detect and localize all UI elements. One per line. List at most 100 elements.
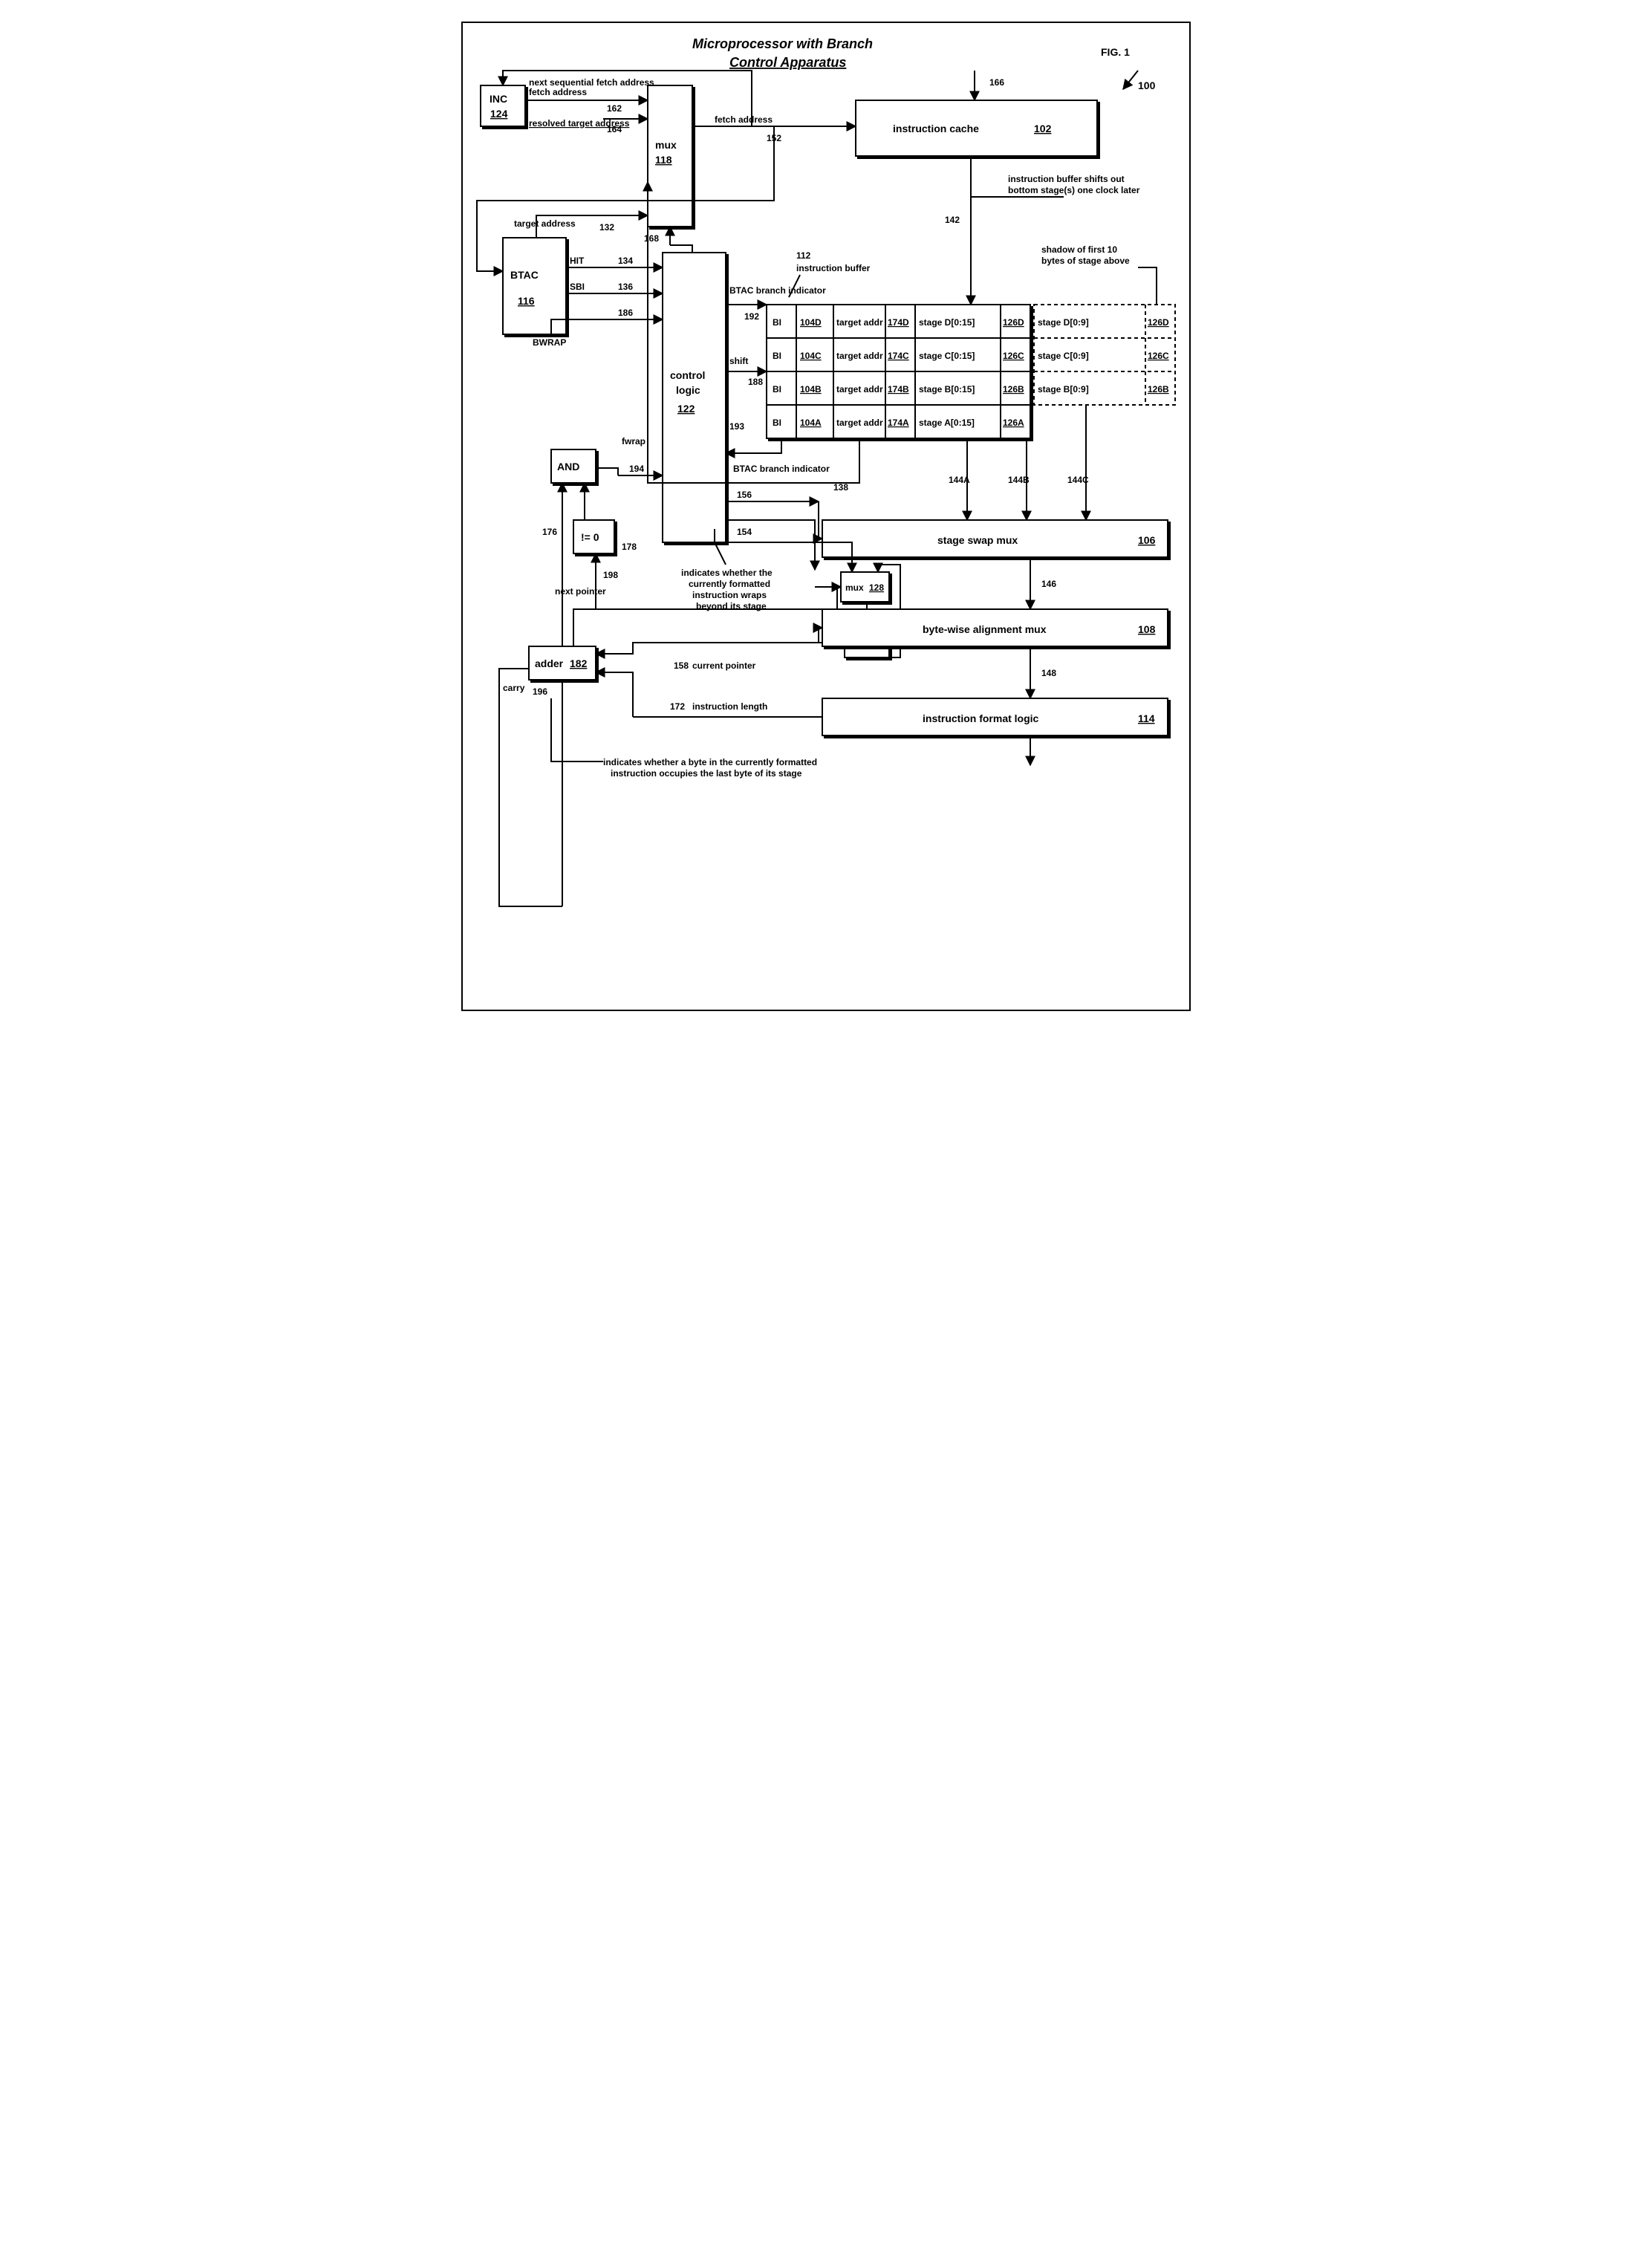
sig-136-label: SBI	[570, 282, 585, 292]
svg-text:BI: BI	[773, 317, 781, 328]
fmt-label: instruction format logic	[923, 712, 1039, 724]
mux128-ref: 128	[869, 582, 884, 593]
note-142-l1: instruction buffer shifts out	[1008, 174, 1125, 184]
svg-text:target addr: target addr	[836, 418, 883, 428]
svg-text:BI: BI	[773, 351, 781, 361]
icache-label: instruction cache	[893, 123, 979, 134]
ibuf-label: instruction buffer	[796, 263, 871, 273]
svg-text:104D: 104D	[800, 317, 822, 328]
sig-152-label: fetch address	[715, 114, 773, 125]
svg-text:stage B[0:15]: stage B[0:15]	[919, 384, 975, 394]
sig-198-label: next pointer	[555, 586, 606, 597]
mux118-ref: 118	[655, 154, 672, 166]
svg-text:stage C[0:9]: stage C[0:9]	[1038, 351, 1089, 361]
align-label: byte-wise alignment mux	[923, 623, 1047, 635]
sig-162-label: next sequential fetch address	[529, 77, 654, 88]
ref-144C: 144C	[1067, 475, 1089, 485]
ref-142: 142	[945, 215, 960, 225]
ref-176: 176	[542, 527, 557, 537]
ibuf-112: 112	[796, 250, 811, 261]
note-156-l1: indicates whether the	[681, 568, 773, 578]
svg-text:fetch address: fetch address	[529, 87, 587, 97]
ref-172: 172	[670, 701, 685, 712]
ref-162: 162	[607, 103, 622, 114]
ref-136: 136	[618, 282, 633, 292]
inc-ref: 124	[490, 108, 508, 120]
sig-194-label: fwrap	[622, 436, 645, 446]
ref-134: 134	[618, 256, 633, 266]
svg-text:174D: 174D	[888, 317, 909, 328]
ctrl-ref: 122	[677, 403, 695, 415]
svg-text:126D: 126D	[1148, 317, 1169, 328]
ref-178: 178	[622, 542, 637, 552]
svg-text:126C: 126C	[1148, 351, 1169, 361]
svg-text:174B: 174B	[888, 384, 909, 394]
neq-label: != 0	[581, 531, 599, 543]
ref-192: 192	[744, 311, 759, 322]
ref-186: 186	[618, 308, 633, 318]
ref-148: 148	[1041, 668, 1056, 678]
svg-text:instruction occupies the last: instruction occupies the last byte of it…	[611, 768, 802, 779]
svg-text:shadow of first 10: shadow of first 10	[1041, 244, 1117, 255]
btac-label: BTAC	[510, 269, 539, 281]
ref-156: 156	[737, 490, 752, 500]
sig-132-label: target address	[514, 218, 576, 229]
diagram-svg: Microprocessor with Branch Control Appar…	[455, 15, 1197, 1030]
sig-134-label: HIT	[570, 256, 585, 266]
ref-144A: 144A	[949, 475, 970, 485]
icache-ref: 102	[1034, 123, 1052, 134]
inc-label: INC	[490, 93, 507, 105]
ref-194: 194	[629, 464, 644, 474]
svg-text:126B: 126B	[1003, 384, 1024, 394]
svg-text:104A: 104A	[800, 418, 822, 428]
btac-ref: 116	[518, 295, 535, 307]
svg-text:stage C[0:15]: stage C[0:15]	[919, 351, 975, 361]
sig-196-label: carry	[503, 683, 525, 693]
sig-193-label: BTAC branch indicator	[733, 464, 830, 474]
title-line2: Control Apparatus	[729, 55, 846, 70]
ref-146: 146	[1041, 579, 1056, 589]
svg-text:target addr: target addr	[836, 384, 883, 394]
svg-text:target addr: target addr	[836, 317, 883, 328]
title-line1: Microprocessor with Branch	[692, 36, 873, 51]
sig-186-label: BWRAP	[533, 337, 566, 348]
svg-text:BI: BI	[773, 384, 781, 394]
svg-text:104C: 104C	[800, 351, 822, 361]
svg-text:174A: 174A	[888, 418, 909, 428]
ref-188: 188	[748, 377, 763, 387]
svg-text:stage D[0:15]: stage D[0:15]	[919, 317, 975, 328]
adder-label: adder	[535, 657, 564, 669]
ref-164: 164	[607, 124, 622, 134]
ref-154: 154	[737, 527, 752, 537]
sig-192-label: BTAC branch indicator	[729, 285, 826, 296]
align-ref: 108	[1138, 623, 1156, 635]
swap-ref: 106	[1138, 534, 1156, 546]
mux128-label: mux	[845, 582, 864, 593]
svg-text:126C: 126C	[1003, 351, 1024, 361]
ctrl-l2: logic	[676, 384, 700, 396]
svg-text:stage D[0:9]: stage D[0:9]	[1038, 317, 1089, 328]
svg-text:104B: 104B	[800, 384, 822, 394]
sig-158-label: current pointer	[692, 660, 756, 671]
ref-138: 138	[833, 482, 848, 493]
ctrl-l1: control	[670, 369, 705, 381]
adder-ref: 182	[570, 657, 588, 669]
sig-188-label: shift	[729, 356, 748, 366]
sig-172-label: instruction length	[692, 701, 767, 712]
ref-132: 132	[599, 222, 614, 233]
note-154-l1: indicates whether a byte in the currentl…	[603, 757, 817, 767]
svg-text:bytes of stage above: bytes of stage above	[1041, 256, 1130, 266]
svg-text:currently formatted: currently formatted	[689, 579, 770, 589]
ref-168: 168	[644, 233, 659, 244]
figure-ref: 100	[1138, 79, 1156, 91]
fmt-ref: 114	[1138, 712, 1155, 724]
svg-text:stage A[0:15]: stage A[0:15]	[919, 418, 975, 428]
ref-196: 196	[533, 686, 547, 697]
swap-label: stage swap mux	[937, 534, 1018, 546]
svg-text:instruction wraps: instruction wraps	[692, 590, 767, 600]
svg-text:BI: BI	[773, 418, 781, 428]
ref-193: 193	[729, 421, 744, 432]
ref-198: 198	[603, 570, 618, 580]
mux118-label: mux	[655, 139, 677, 151]
figure-number: FIG. 1	[1101, 46, 1130, 58]
